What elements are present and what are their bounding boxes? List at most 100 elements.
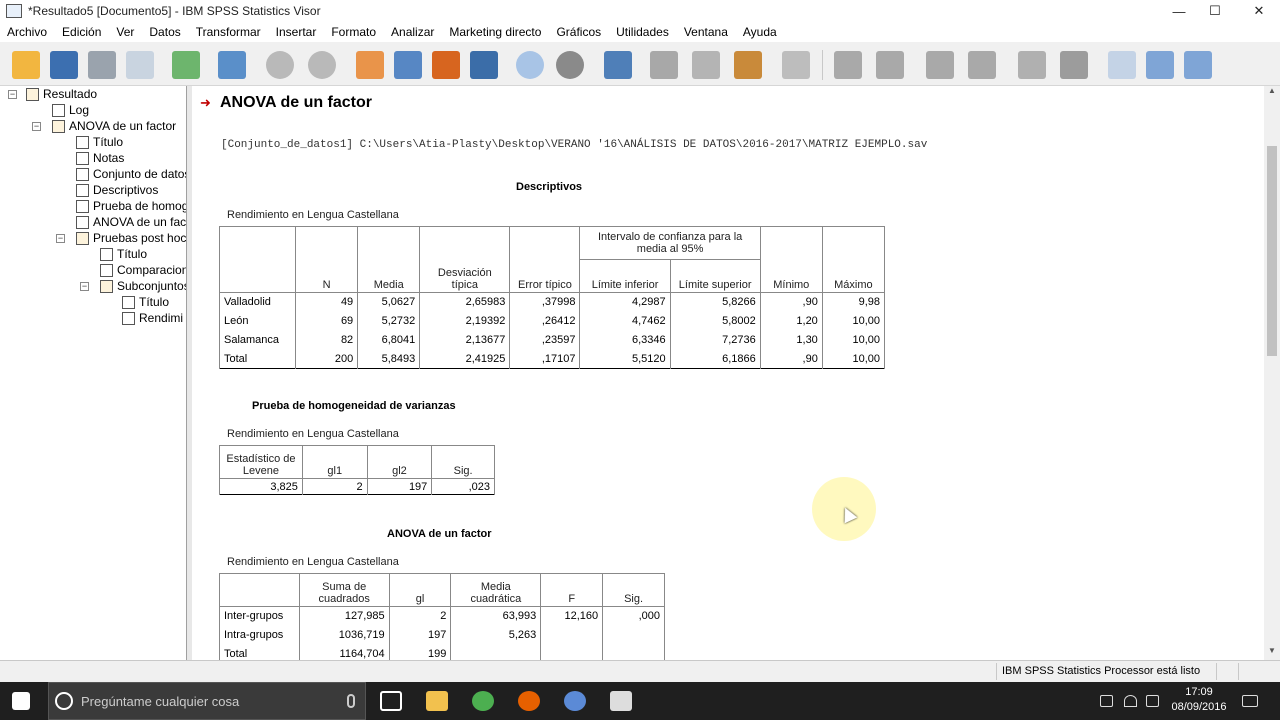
tree-node-titulo-2[interactable]: Título: [100, 246, 147, 262]
scrollbar-thumb[interactable]: [1267, 146, 1277, 356]
cell: [450, 644, 542, 660]
forward-arrow-icon[interactable]: [876, 51, 904, 79]
menu-edicion[interactable]: Edición: [62, 25, 101, 39]
menu-ventana[interactable]: Ventana: [684, 25, 728, 39]
open-icon[interactable]: [12, 51, 40, 79]
tree-node-subconjuntos[interactable]: Subconjuntos: [100, 278, 186, 294]
back-arrow-icon[interactable]: [834, 51, 862, 79]
tree-node-log[interactable]: Log: [52, 102, 89, 118]
wifi-icon[interactable]: [1124, 695, 1137, 707]
collapse-icon[interactable]: [968, 51, 996, 79]
close-button[interactable]: ✕: [1236, 0, 1280, 22]
insert-text-icon[interactable]: [1184, 51, 1212, 79]
header-limite-superior: Límite superior: [669, 259, 761, 293]
menu-insertar[interactable]: Insertar: [276, 25, 317, 39]
action-center-icon[interactable]: [1242, 695, 1258, 707]
descriptivos-table[interactable]: N Media Desviación típica Error típico I…: [218, 226, 886, 369]
hide-icon[interactable]: [1060, 51, 1088, 79]
tree-node-descriptivos[interactable]: Descriptivos: [76, 182, 158, 198]
cell: 1164,704: [298, 644, 390, 660]
menu-datos[interactable]: Datos: [149, 25, 180, 39]
cut-icon[interactable]: [692, 51, 720, 79]
menu-utilidades[interactable]: Utilidades: [616, 25, 669, 39]
tree-node-prueba-homog[interactable]: Prueba de homog: [76, 198, 186, 214]
designate-window-icon[interactable]: [650, 51, 678, 79]
menu-bar: Archivo Edición Ver Datos Transformar In…: [0, 22, 1280, 42]
cell: 2: [301, 478, 368, 495]
anova-table[interactable]: Suma de cuadrados gl Media cuadrática F …: [219, 573, 665, 660]
descriptivos-caption: Rendimiento en Lengua Castellana: [227, 209, 399, 221]
menu-ver[interactable]: Ver: [116, 25, 134, 39]
variables-icon[interactable]: [470, 51, 498, 79]
collapse-toggle-icon[interactable]: −: [56, 234, 65, 243]
menu-ayuda[interactable]: Ayuda: [743, 25, 777, 39]
tree-node-titulo[interactable]: Título: [76, 134, 123, 150]
insert-title-icon[interactable]: [1146, 51, 1174, 79]
tree-node-anova-table[interactable]: ANOVA de un facto: [76, 214, 186, 230]
goto-data-icon[interactable]: [356, 51, 384, 79]
print-icon[interactable]: [88, 51, 116, 79]
chrome-icon[interactable]: [472, 691, 494, 711]
save-icon[interactable]: [50, 51, 78, 79]
menu-graficos[interactable]: Gráficos: [556, 25, 601, 39]
chart-icon[interactable]: [556, 51, 584, 79]
print-preview-icon[interactable]: [126, 51, 154, 79]
volume-icon[interactable]: [1146, 695, 1159, 707]
menu-formato[interactable]: Formato: [331, 25, 376, 39]
redo-icon[interactable]: [308, 51, 336, 79]
table-row: Valladolid 49 5,0627 2,65983 ,37998 4,29…: [218, 292, 886, 312]
firefox-icon[interactable]: [518, 691, 540, 711]
microphone-icon[interactable]: [347, 694, 355, 708]
tree-node-resultado[interactable]: Resultado: [26, 86, 97, 102]
menu-archivo[interactable]: Archivo: [7, 25, 47, 39]
output-heading[interactable]: ANOVA de un factor: [220, 94, 372, 112]
tree-node-comparaciones[interactable]: Comparacion: [100, 262, 186, 278]
tree-node-anova[interactable]: ANOVA de un factor: [52, 118, 176, 134]
export-icon[interactable]: [172, 51, 200, 79]
menu-transformar[interactable]: Transformar: [196, 25, 261, 39]
content-vertical-scrollbar[interactable]: ▲ ▼: [1264, 86, 1280, 660]
cortana-search-box[interactable]: Pregúntame cualquier cosa: [48, 682, 366, 720]
processor-status: IBM SPSS Statistics Processor está listo: [1002, 665, 1201, 677]
show-icon[interactable]: [1018, 51, 1046, 79]
battery-icon[interactable]: [1100, 695, 1113, 707]
windows-start-icon[interactable]: [12, 692, 30, 710]
tree-node-rendimiento[interactable]: Rendimi: [122, 310, 183, 326]
cell: ,23597: [509, 330, 581, 350]
cell: 5,2732: [357, 311, 421, 331]
menu-analizar[interactable]: Analizar: [391, 25, 434, 39]
recall-dialog-icon[interactable]: [218, 51, 246, 79]
spss-viewer-task-icon[interactable]: [610, 691, 632, 711]
paste-icon[interactable]: [782, 51, 810, 79]
menu-marketing-directo[interactable]: Marketing directo: [449, 25, 541, 39]
collapse-toggle-icon[interactable]: −: [8, 90, 17, 99]
goto-variable-icon[interactable]: [432, 51, 460, 79]
tree-node-notas[interactable]: Notas: [76, 150, 124, 166]
expand-icon[interactable]: [926, 51, 954, 79]
select-cases-icon[interactable]: [604, 51, 632, 79]
cell: 5,5120: [579, 349, 671, 369]
tree-node-post-hoc[interactable]: Pruebas post hoc: [76, 230, 186, 246]
task-view-icon[interactable]: [380, 691, 402, 711]
tree-node-conjunto-datos[interactable]: Conjunto de datos: [76, 166, 186, 182]
spss-icon[interactable]: [564, 691, 586, 711]
table-icon: [76, 199, 89, 213]
cell: [602, 644, 665, 660]
collapse-toggle-icon[interactable]: −: [80, 282, 89, 291]
analysis-icon[interactable]: [516, 51, 544, 79]
spss-viewer-icon: [6, 4, 22, 18]
system-clock[interactable]: 17:09 08/09/2016: [1164, 685, 1234, 715]
cell: 1,30: [759, 330, 823, 350]
copy-icon[interactable]: [734, 51, 762, 79]
homogeneidad-table[interactable]: Estadístico de Levene gl1 gl2 Sig. 3,825…: [219, 445, 495, 495]
tree-node-titulo-3[interactable]: Título: [122, 294, 169, 310]
scroll-down-icon[interactable]: ▼: [1264, 646, 1280, 660]
insert-heading-icon[interactable]: [1108, 51, 1136, 79]
collapse-toggle-icon[interactable]: −: [32, 122, 41, 131]
cell: ,90: [759, 292, 823, 312]
undo-icon[interactable]: [266, 51, 294, 79]
file-explorer-icon[interactable]: [426, 691, 448, 711]
goto-case-icon[interactable]: [394, 51, 422, 79]
scroll-up-icon[interactable]: ▲: [1264, 86, 1280, 100]
maximize-button[interactable]: ☐: [1192, 0, 1238, 22]
